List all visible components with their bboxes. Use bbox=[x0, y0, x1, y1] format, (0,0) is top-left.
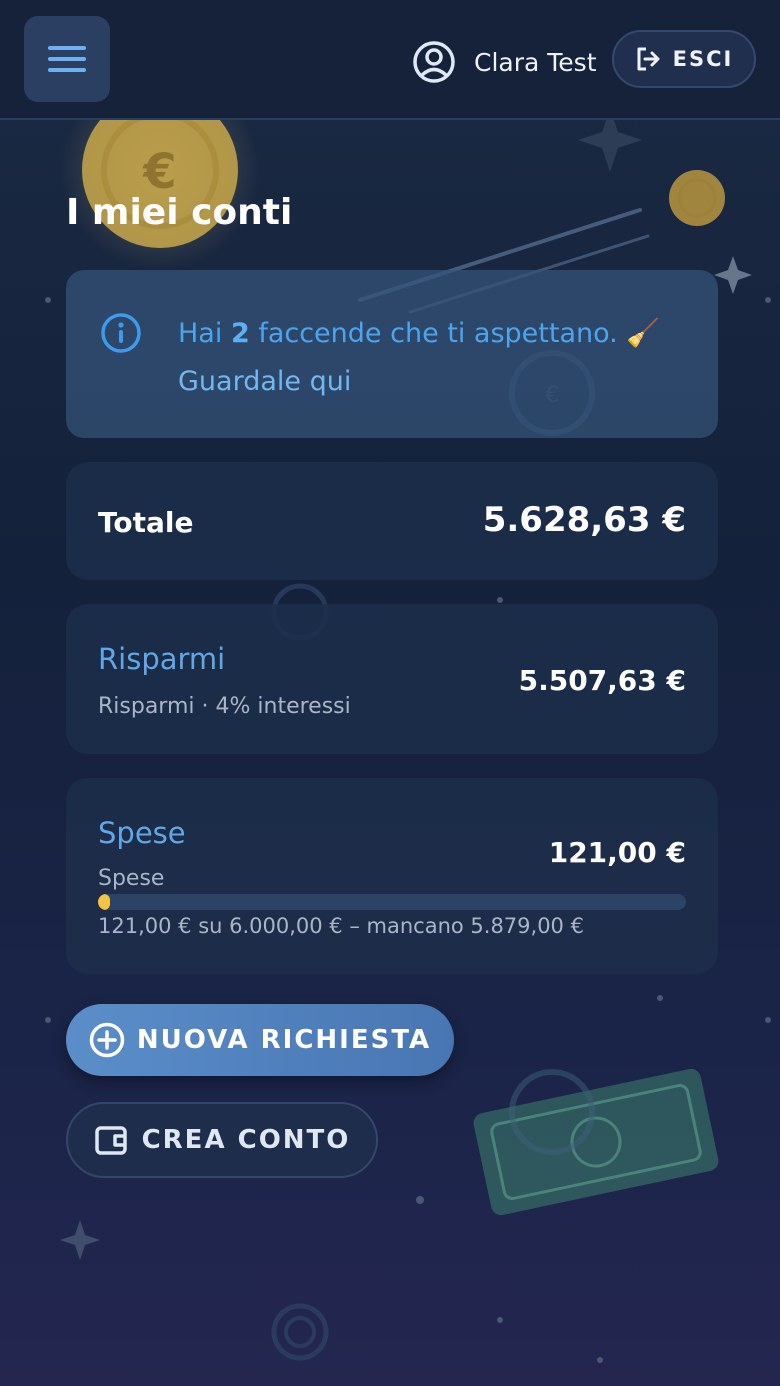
account-amount: 121,00 € bbox=[548, 836, 686, 869]
info-text-after: faccende che ti aspettano. 🧹 bbox=[249, 318, 660, 349]
see-chores-link[interactable]: Guardale qui bbox=[178, 366, 351, 397]
total-value: 5.628,63 € bbox=[482, 500, 686, 540]
chores-count: 2 bbox=[230, 318, 250, 349]
create-account-label: CREA CONTO bbox=[141, 1125, 351, 1155]
user-circle-icon bbox=[413, 41, 455, 83]
goal-progress-fill bbox=[98, 894, 110, 910]
total-label: Totale bbox=[98, 506, 194, 539]
page-title: I miei conti bbox=[66, 192, 293, 233]
plus-circle-icon bbox=[89, 1022, 125, 1058]
info-icon bbox=[101, 313, 141, 353]
logout-icon bbox=[637, 47, 660, 71]
goal-progress-text: 121,00 € su 6.000,00 € – mancano 5.879,0… bbox=[98, 914, 584, 938]
new-request-button[interactable]: NUOVA RICHIESTA bbox=[66, 1004, 454, 1076]
goal-progress-bar bbox=[98, 894, 686, 910]
top-bar: Clara Test ESCI bbox=[0, 0, 780, 120]
chores-info-banner: Hai 2 faccende che ti aspettano. 🧹 Guarda… bbox=[66, 270, 718, 438]
user-name: Clara Test bbox=[474, 47, 597, 77]
wallet-icon bbox=[94, 1126, 127, 1155]
hamburger-menu-icon bbox=[48, 46, 86, 72]
menu-button[interactable] bbox=[24, 16, 110, 102]
info-message: Hai 2 faccende che ti aspettano. 🧹 Guarda… bbox=[178, 310, 688, 406]
new-request-label: NUOVA RICHIESTA bbox=[136, 1025, 432, 1055]
logout-button[interactable]: ESCI bbox=[612, 30, 756, 88]
create-account-button[interactable]: CREA CONTO bbox=[66, 1102, 378, 1178]
total-card: Totale 5.628,63 € bbox=[66, 462, 718, 580]
account-card-spese[interactable]: Spese Spese 121,00 € 121,00 € su 6.000,0… bbox=[66, 778, 718, 974]
account-subtitle: Risparmi · 4% interessi bbox=[98, 694, 351, 719]
logout-label: ESCI bbox=[672, 47, 734, 71]
account-name: Spese bbox=[98, 816, 186, 850]
info-text-before: Hai bbox=[178, 318, 231, 349]
user-profile[interactable]: Clara Test bbox=[412, 40, 597, 84]
account-amount: 5.507,63 € bbox=[518, 664, 686, 697]
account-name: Risparmi bbox=[98, 642, 226, 676]
account-card-risparmi[interactable]: Risparmi Risparmi · 4% interessi 5.507,6… bbox=[66, 604, 718, 754]
account-subtitle: Spese bbox=[98, 866, 165, 891]
